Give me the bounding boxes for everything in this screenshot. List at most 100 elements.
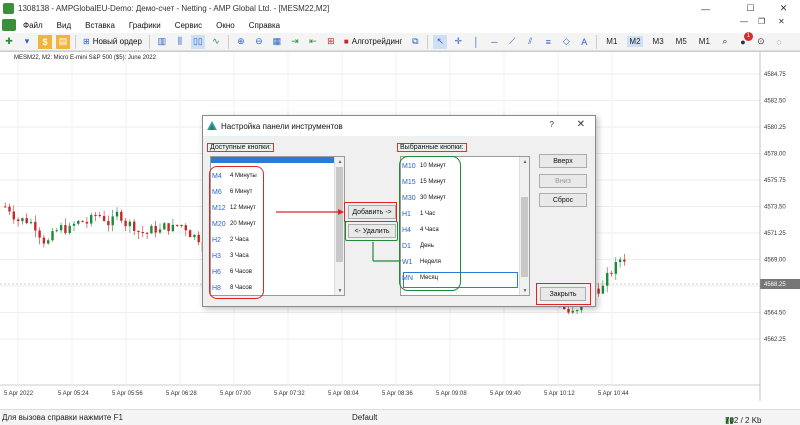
- candle-body: [25, 218, 28, 224]
- scrollbar-thumb[interactable]: [336, 167, 343, 262]
- new-order-button[interactable]: ⊞ Новый ордер: [83, 37, 142, 46]
- price-label: 4578.00: [764, 152, 786, 158]
- scroll-down-arrow-icon[interactable]: ▼: [335, 286, 344, 295]
- candle-body: [150, 225, 153, 234]
- profiles-icon[interactable]: ▾: [20, 35, 34, 49]
- selected-list-scrollbar[interactable]: ▲ ▼: [519, 157, 529, 295]
- community-icon[interactable]: ⊙: [754, 35, 768, 49]
- menu-view[interactable]: Вид: [50, 21, 78, 30]
- price-label: 4569.00: [764, 258, 786, 264]
- candle-body: [158, 229, 162, 233]
- candle-body: [197, 234, 200, 243]
- status-help-text: Для вызова справки нажмите F1: [2, 413, 123, 422]
- algotrading-button[interactable]: ■ Алготрейдинг: [344, 37, 402, 46]
- available-list-scrollbar[interactable]: ▲ ▼: [334, 157, 344, 295]
- candle-body: [575, 310, 579, 312]
- time-label: 5 Apr 2022: [4, 391, 34, 397]
- scroll-up-arrow-icon[interactable]: ▲: [520, 157, 529, 166]
- cursor-icon[interactable]: ↖: [433, 34, 448, 49]
- zoom-in-icon[interactable]: ⊕: [234, 35, 248, 49]
- depth-of-market-icon[interactable]: ▥: [155, 35, 169, 49]
- menu-insert[interactable]: Вставка: [78, 21, 122, 30]
- candle-body: [167, 223, 170, 232]
- time-label: 5 Apr 10:12: [544, 391, 575, 397]
- chart-shift-icon[interactable]: ⇤: [306, 35, 320, 49]
- selected-buttons-label: Выбранные кнопки:: [397, 143, 467, 152]
- timeframe-m2[interactable]: M2: [627, 36, 643, 47]
- maximize-button[interactable]: ☐: [737, 0, 764, 17]
- horizontal-line-icon[interactable]: ─: [487, 35, 501, 49]
- candlestick-chart-icon[interactable]: ▯▯: [190, 34, 205, 49]
- tile-windows-icon[interactable]: ▦: [270, 35, 284, 49]
- market-watch-icon[interactable]: $: [38, 34, 52, 49]
- indicators-icon[interactable]: ⊞: [324, 35, 338, 49]
- bar-chart-icon[interactable]: ⫼: [173, 35, 187, 49]
- mdi-close-button[interactable]: ✕: [778, 17, 785, 26]
- line-chart-icon[interactable]: ∿: [209, 35, 223, 49]
- menu-help[interactable]: Справка: [242, 21, 287, 30]
- new-chart-icon[interactable]: ✚: [2, 35, 16, 49]
- add-button-highlight: [344, 202, 397, 222]
- close-button[interactable]: ✕: [770, 0, 797, 17]
- timeframe-m5[interactable]: M5: [674, 36, 689, 47]
- zoom-out-icon[interactable]: ⊖: [252, 35, 266, 49]
- candle-body: [171, 224, 175, 232]
- scrollbar-thumb[interactable]: [521, 197, 528, 277]
- menu-file[interactable]: Файл: [16, 21, 50, 30]
- candle-body: [618, 259, 622, 263]
- timeframe-m10[interactable]: M1: [697, 36, 712, 47]
- data-window-icon[interactable]: ▤: [56, 34, 70, 49]
- signals-icon[interactable]: ◌: [772, 35, 786, 49]
- main-toolbar: ✚ ▾ $ ▤ ⊞ Новый ордер ▥ ⫼ ▯▯ ∿ ⊕ ⊖ ▦ ⇥ ⇤ …: [0, 31, 800, 51]
- crosshair-icon[interactable]: ✛: [451, 35, 465, 49]
- candle-body: [34, 222, 37, 231]
- time-label: 5 Apr 08:36: [382, 391, 413, 397]
- candle-body: [571, 310, 574, 313]
- text-tool-icon[interactable]: A: [577, 35, 591, 49]
- candle-body: [8, 206, 11, 212]
- candle-body: [90, 214, 93, 224]
- dialog-close-icon[interactable]: ✕: [577, 119, 585, 130]
- auto-scroll-icon[interactable]: ⇥: [288, 35, 302, 49]
- candle-body: [55, 230, 58, 232]
- menu-tools[interactable]: Сервис: [168, 21, 209, 30]
- trend-line-icon[interactable]: ⟋: [505, 35, 519, 49]
- selected-items-highlight: [399, 156, 461, 291]
- price-label: 4562.25: [764, 337, 786, 343]
- timeframe-m1[interactable]: M1: [604, 36, 619, 47]
- notifications-icon[interactable]: ● 1: [736, 31, 753, 49]
- time-label: 5 Apr 10:44: [598, 391, 629, 397]
- mdi-restore-button[interactable]: ❐: [758, 17, 765, 26]
- scroll-down-arrow-icon[interactable]: ▼: [520, 286, 529, 295]
- current-price-label: 4568.25: [764, 282, 786, 288]
- scroll-up-arrow-icon[interactable]: ▲: [335, 157, 344, 166]
- mdi-minimize-button[interactable]: —: [740, 17, 748, 26]
- notification-badge: 1: [743, 31, 753, 41]
- vertical-line-icon[interactable]: │: [469, 35, 483, 49]
- price-label: 4580.25: [764, 125, 786, 131]
- timeframe-m3[interactable]: M3: [651, 36, 666, 47]
- move-up-button[interactable]: Вверх: [539, 154, 587, 168]
- shapes-icon[interactable]: ◇: [559, 35, 573, 49]
- screenshot-icon[interactable]: ⧉: [408, 35, 422, 49]
- menu-window[interactable]: Окно: [209, 21, 242, 30]
- fibonacci-icon[interactable]: ≡: [541, 35, 555, 49]
- candle-body: [94, 214, 97, 216]
- time-label: 5 Apr 07:32: [274, 391, 305, 397]
- channel-icon[interactable]: ⫽: [523, 35, 537, 49]
- reset-button[interactable]: Сброс: [539, 193, 587, 207]
- candle-body: [85, 221, 89, 224]
- dialog-title-bar: Настройка панели инструментов: [203, 116, 595, 136]
- search-icon[interactable]: ⌕: [718, 35, 732, 49]
- candle-body: [154, 225, 157, 233]
- menu-charts[interactable]: Графики: [122, 21, 168, 30]
- minimize-button[interactable]: —: [692, 0, 719, 17]
- candle-body: [137, 230, 140, 233]
- candle-body: [81, 220, 84, 222]
- price-label: 4564.50: [764, 311, 786, 317]
- dialog-help-button[interactable]: ?: [550, 120, 554, 129]
- time-label: 5 Apr 05:24: [58, 391, 89, 397]
- algotrading-label: Алготрейдинг: [351, 37, 403, 46]
- toolbar-settings-dialog: Настройка панели инструментов ? ✕ Доступ…: [202, 115, 596, 307]
- menu-bar: Файл Вид Вставка Графики Сервис Окно Спр…: [0, 17, 800, 33]
